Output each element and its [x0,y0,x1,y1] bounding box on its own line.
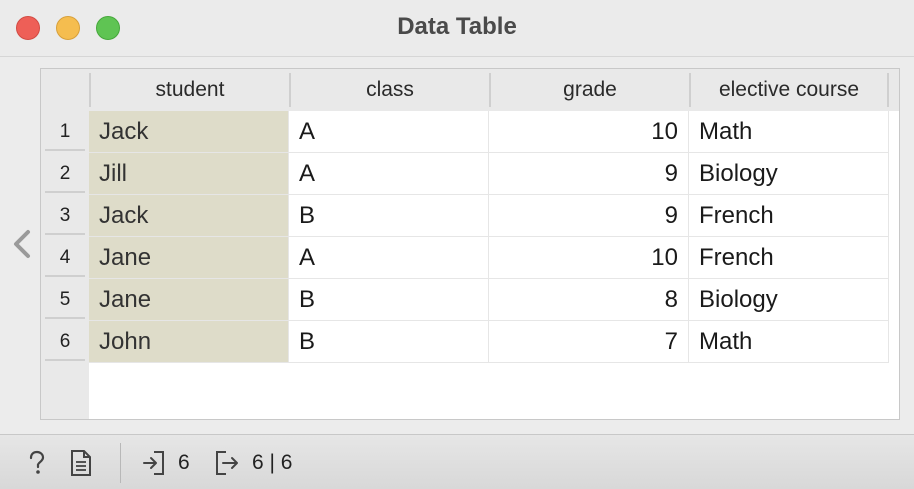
table-cell-elective[interactable]: Biology [689,279,889,321]
data-table: student class grade elective course 1 2 … [40,68,900,420]
row-header[interactable]: 4 [45,237,85,277]
status-bar: 6 6 | 6 [0,434,914,489]
table-cell-student[interactable]: Jill [89,153,289,195]
row-header[interactable]: 3 [45,195,85,235]
output-count: 6 | 6 [252,451,293,474]
table-cell-class[interactable]: B [289,279,489,321]
table-cell-elective[interactable]: Biology [689,153,889,195]
column-header-grade[interactable]: grade [489,73,689,107]
table-cell-elective[interactable]: French [689,237,889,279]
collapse-left-icon[interactable] [10,228,34,260]
table-header-row: student class grade elective course [89,69,899,111]
status-separator [120,443,121,483]
data-table-window: Data Table student class grade elective … [0,0,914,489]
column-header-student[interactable]: student [89,73,289,107]
window-title: Data Table [397,13,517,40]
table-cell-student[interactable]: Jack [89,111,289,153]
table-cell-class[interactable]: A [289,111,489,153]
table-cell-grade[interactable]: 7 [489,321,689,363]
report-icon[interactable] [68,449,94,477]
table-empty-area [89,363,899,419]
column-header-class[interactable]: class [289,73,489,107]
row-header[interactable]: 2 [45,153,85,193]
column-header-elective-course[interactable]: elective course [689,73,889,107]
help-icon[interactable] [24,449,50,477]
row-header-column: 1 2 3 4 5 6 [41,111,89,419]
table-cell-student[interactable]: Jack [89,195,289,237]
table-corner[interactable] [41,69,89,111]
row-header[interactable]: 6 [45,321,85,361]
table-cell-class[interactable]: A [289,237,489,279]
table-cell-elective[interactable]: Math [689,321,889,363]
input-icon [140,449,166,477]
table-cell-student[interactable]: John [89,321,289,363]
table-cell-class[interactable]: A [289,153,489,195]
table-cell-elective[interactable]: French [689,195,889,237]
table-cell-student[interactable]: Jane [89,279,289,321]
table-cell-grade[interactable]: 10 [489,237,689,279]
table-cell-grade[interactable]: 9 [489,195,689,237]
row-header[interactable]: 1 [45,111,85,151]
table-cell-elective[interactable]: Math [689,111,889,153]
output-icon [214,449,240,477]
title-bar: Data Table [0,0,914,57]
table-cell-student[interactable]: Jane [89,237,289,279]
table-cell-grade[interactable]: 9 [489,153,689,195]
table-cell-class[interactable]: B [289,321,489,363]
table-cell-class[interactable]: B [289,195,489,237]
table-cell-grade[interactable]: 8 [489,279,689,321]
input-count: 6 [178,451,190,474]
row-header[interactable]: 5 [45,279,85,319]
table-cell-grade[interactable]: 10 [489,111,689,153]
